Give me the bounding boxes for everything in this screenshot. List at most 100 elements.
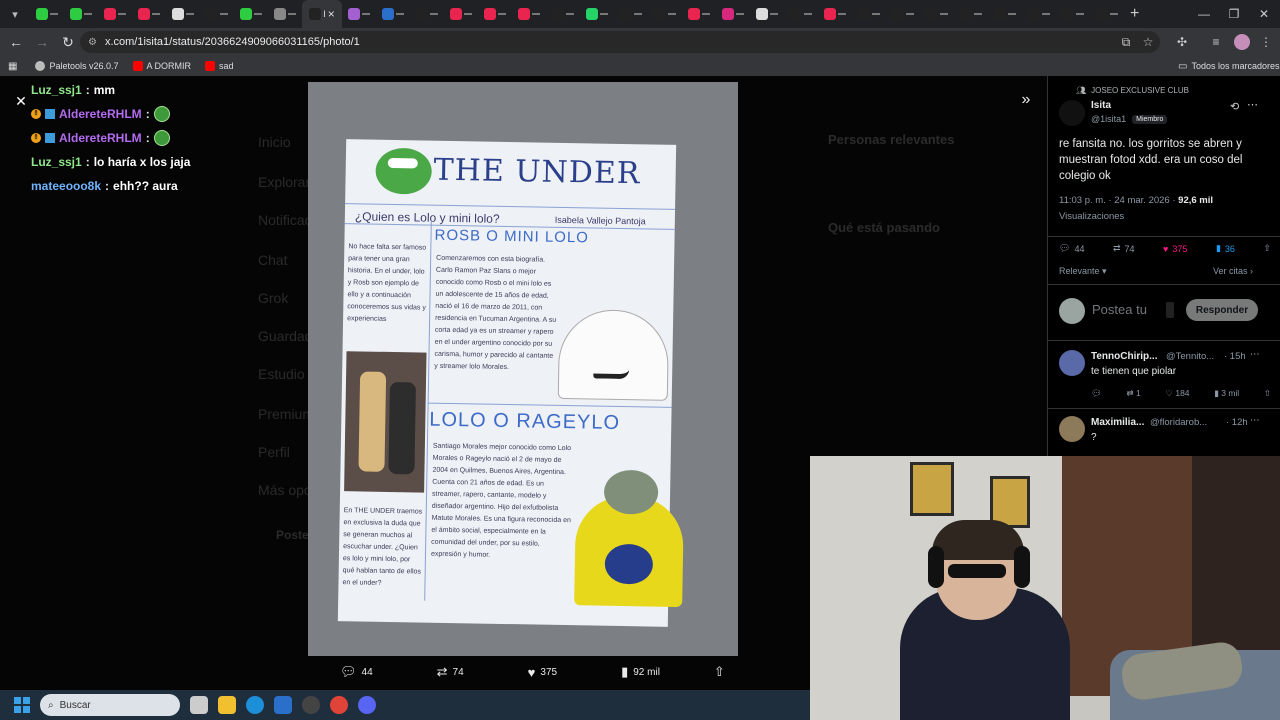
- store-icon[interactable]: [274, 696, 292, 714]
- tab[interactable]: [410, 0, 444, 28]
- reply-input[interactable]: Postea tu: [1092, 302, 1147, 317]
- comment-author[interactable]: TennoChirip...: [1091, 351, 1157, 362]
- tab[interactable]: [444, 0, 478, 28]
- file-explorer-icon[interactable]: [218, 696, 236, 714]
- comment-author[interactable]: Maximilia...: [1091, 417, 1144, 428]
- expand-panel-icon[interactable]: »: [1018, 91, 1034, 108]
- task-view-icon[interactable]: [190, 696, 208, 714]
- chat-username[interactable]: AldereteRHLM: [59, 126, 142, 150]
- like-button[interactable]: ♡ 184: [1165, 388, 1189, 399]
- share-button[interactable]: ⇧: [714, 664, 725, 680]
- bookmark-a-dormir[interactable]: A DORMIR: [132, 61, 191, 71]
- install-app-icon[interactable]: ⧉: [1118, 34, 1134, 50]
- chat-username[interactable]: AldereteRHLM: [59, 102, 142, 126]
- tab[interactable]: [342, 0, 376, 28]
- extensions-icon[interactable]: ✣: [1174, 34, 1190, 50]
- sort-dropdown[interactable]: Relevante ▾: [1059, 266, 1107, 277]
- bookmark-star-icon[interactable]: ☆: [1140, 34, 1156, 50]
- tab[interactable]: [886, 0, 920, 28]
- share-icon[interactable]: ⇧: [1264, 388, 1271, 399]
- windows-start-icon[interactable]: [14, 697, 30, 713]
- reply-icon[interactable]: 💬︎: [1091, 388, 1102, 399]
- reply-button[interactable]: 💬︎ 44: [340, 664, 373, 680]
- comment-avatar[interactable]: [1059, 350, 1085, 376]
- reply-button[interactable]: 💬︎ 44: [1059, 243, 1084, 254]
- tab[interactable]: [30, 0, 64, 28]
- obs-icon[interactable]: [302, 696, 320, 714]
- tab-search-icon[interactable]: ▾: [4, 3, 26, 25]
- taskbar-search[interactable]: ⌕ Buscar: [40, 694, 180, 716]
- author-avatar[interactable]: [1059, 100, 1085, 126]
- tab[interactable]: [132, 0, 166, 28]
- tab[interactable]: [268, 0, 302, 28]
- media-control-icon[interactable]: ≡: [1208, 34, 1224, 50]
- repost-button[interactable]: ⇄ 1: [1126, 388, 1140, 399]
- tab[interactable]: [580, 0, 614, 28]
- tab[interactable]: [818, 0, 852, 28]
- more-options-icon[interactable]: ⋯: [1247, 98, 1258, 111]
- discord-icon[interactable]: [358, 696, 376, 714]
- views-button[interactable]: ▮ 92 mil: [621, 664, 660, 680]
- tab[interactable]: [512, 0, 546, 28]
- tab[interactable]: [784, 0, 818, 28]
- tab[interactable]: [648, 0, 682, 28]
- edge-icon[interactable]: [246, 696, 264, 714]
- new-tab-button[interactable]: +: [1130, 5, 1139, 23]
- tab[interactable]: [1056, 0, 1090, 28]
- grok-icon[interactable]: ⟲: [1230, 100, 1239, 113]
- apps-grid-icon[interactable]: ▦: [8, 61, 17, 72]
- more-options-icon[interactable]: ⋯: [1250, 349, 1260, 360]
- browser-menu-icon[interactable]: ⋮: [1258, 34, 1274, 50]
- restore-icon[interactable]: ❐: [1218, 0, 1250, 28]
- author-name[interactable]: Isita: [1091, 100, 1111, 111]
- media-attach-icon[interactable]: [1166, 302, 1174, 318]
- chat-username[interactable]: Luz_ssj1: [31, 150, 82, 174]
- share-button[interactable]: ⇧: [1263, 243, 1271, 254]
- bookmark-sad[interactable]: sad: [205, 61, 234, 71]
- reply-submit-button[interactable]: Responder: [1186, 299, 1258, 321]
- tab[interactable]: [852, 0, 886, 28]
- bookmark-button[interactable]: ▮ 36: [1216, 243, 1235, 254]
- post-photo[interactable]: THE UNDER ¿Quien es Lolo y mini lolo? Is…: [308, 82, 738, 656]
- tab[interactable]: [750, 0, 784, 28]
- tab[interactable]: [478, 0, 512, 28]
- tab[interactable]: [546, 0, 580, 28]
- close-icon[interactable]: ✕: [14, 93, 28, 109]
- chrome-icon[interactable]: [330, 696, 348, 714]
- close-tab-icon[interactable]: ×: [328, 7, 335, 21]
- community-label[interactable]: 👥︎ JOSEO EXCLUSIVE CLUB: [1076, 86, 1189, 95]
- repost-button[interactable]: ⇄ 74: [437, 664, 464, 680]
- tab[interactable]: [682, 0, 716, 28]
- more-options-icon[interactable]: ⋯: [1250, 415, 1260, 426]
- author-handle[interactable]: @1isita1: [1091, 114, 1126, 124]
- tab[interactable]: [200, 0, 234, 28]
- tab[interactable]: [988, 0, 1022, 28]
- tab[interactable]: [1022, 0, 1056, 28]
- minimize-icon[interactable]: —: [1188, 0, 1220, 28]
- site-info-icon[interactable]: ⚙: [88, 37, 97, 48]
- tab[interactable]: [98, 0, 132, 28]
- like-button[interactable]: ♥ 375: [1163, 243, 1187, 254]
- tab[interactable]: [716, 0, 750, 28]
- address-bar[interactable]: ⚙ x.com/1isita1/status/20366249090660311…: [80, 31, 1160, 53]
- tab[interactable]: [64, 0, 98, 28]
- tab[interactable]: [614, 0, 648, 28]
- back-icon[interactable]: ←: [4, 30, 28, 54]
- profile-avatar-icon[interactable]: [1234, 34, 1250, 50]
- chat-username[interactable]: mateeooo8k: [31, 174, 101, 198]
- quotes-link[interactable]: Ver citas ›: [1213, 266, 1253, 276]
- tab[interactable]: [920, 0, 954, 28]
- tab[interactable]: [166, 0, 200, 28]
- tab[interactable]: [954, 0, 988, 28]
- forward-icon[interactable]: →: [30, 30, 54, 54]
- tab-active[interactable]: I ×: [302, 0, 342, 28]
- like-button[interactable]: ♥ 375: [528, 665, 557, 680]
- comment-avatar[interactable]: [1059, 416, 1085, 442]
- close-window-icon[interactable]: ✕: [1248, 0, 1280, 28]
- reload-icon[interactable]: ↻: [56, 30, 80, 54]
- tab[interactable]: [234, 0, 268, 28]
- tab[interactable]: [1090, 0, 1124, 28]
- all-bookmarks-button[interactable]: ▭ Todos los marcadores: [1178, 61, 1280, 72]
- repost-button[interactable]: ⇄ 74: [1113, 243, 1135, 254]
- chat-username[interactable]: Luz_ssj1: [31, 78, 82, 102]
